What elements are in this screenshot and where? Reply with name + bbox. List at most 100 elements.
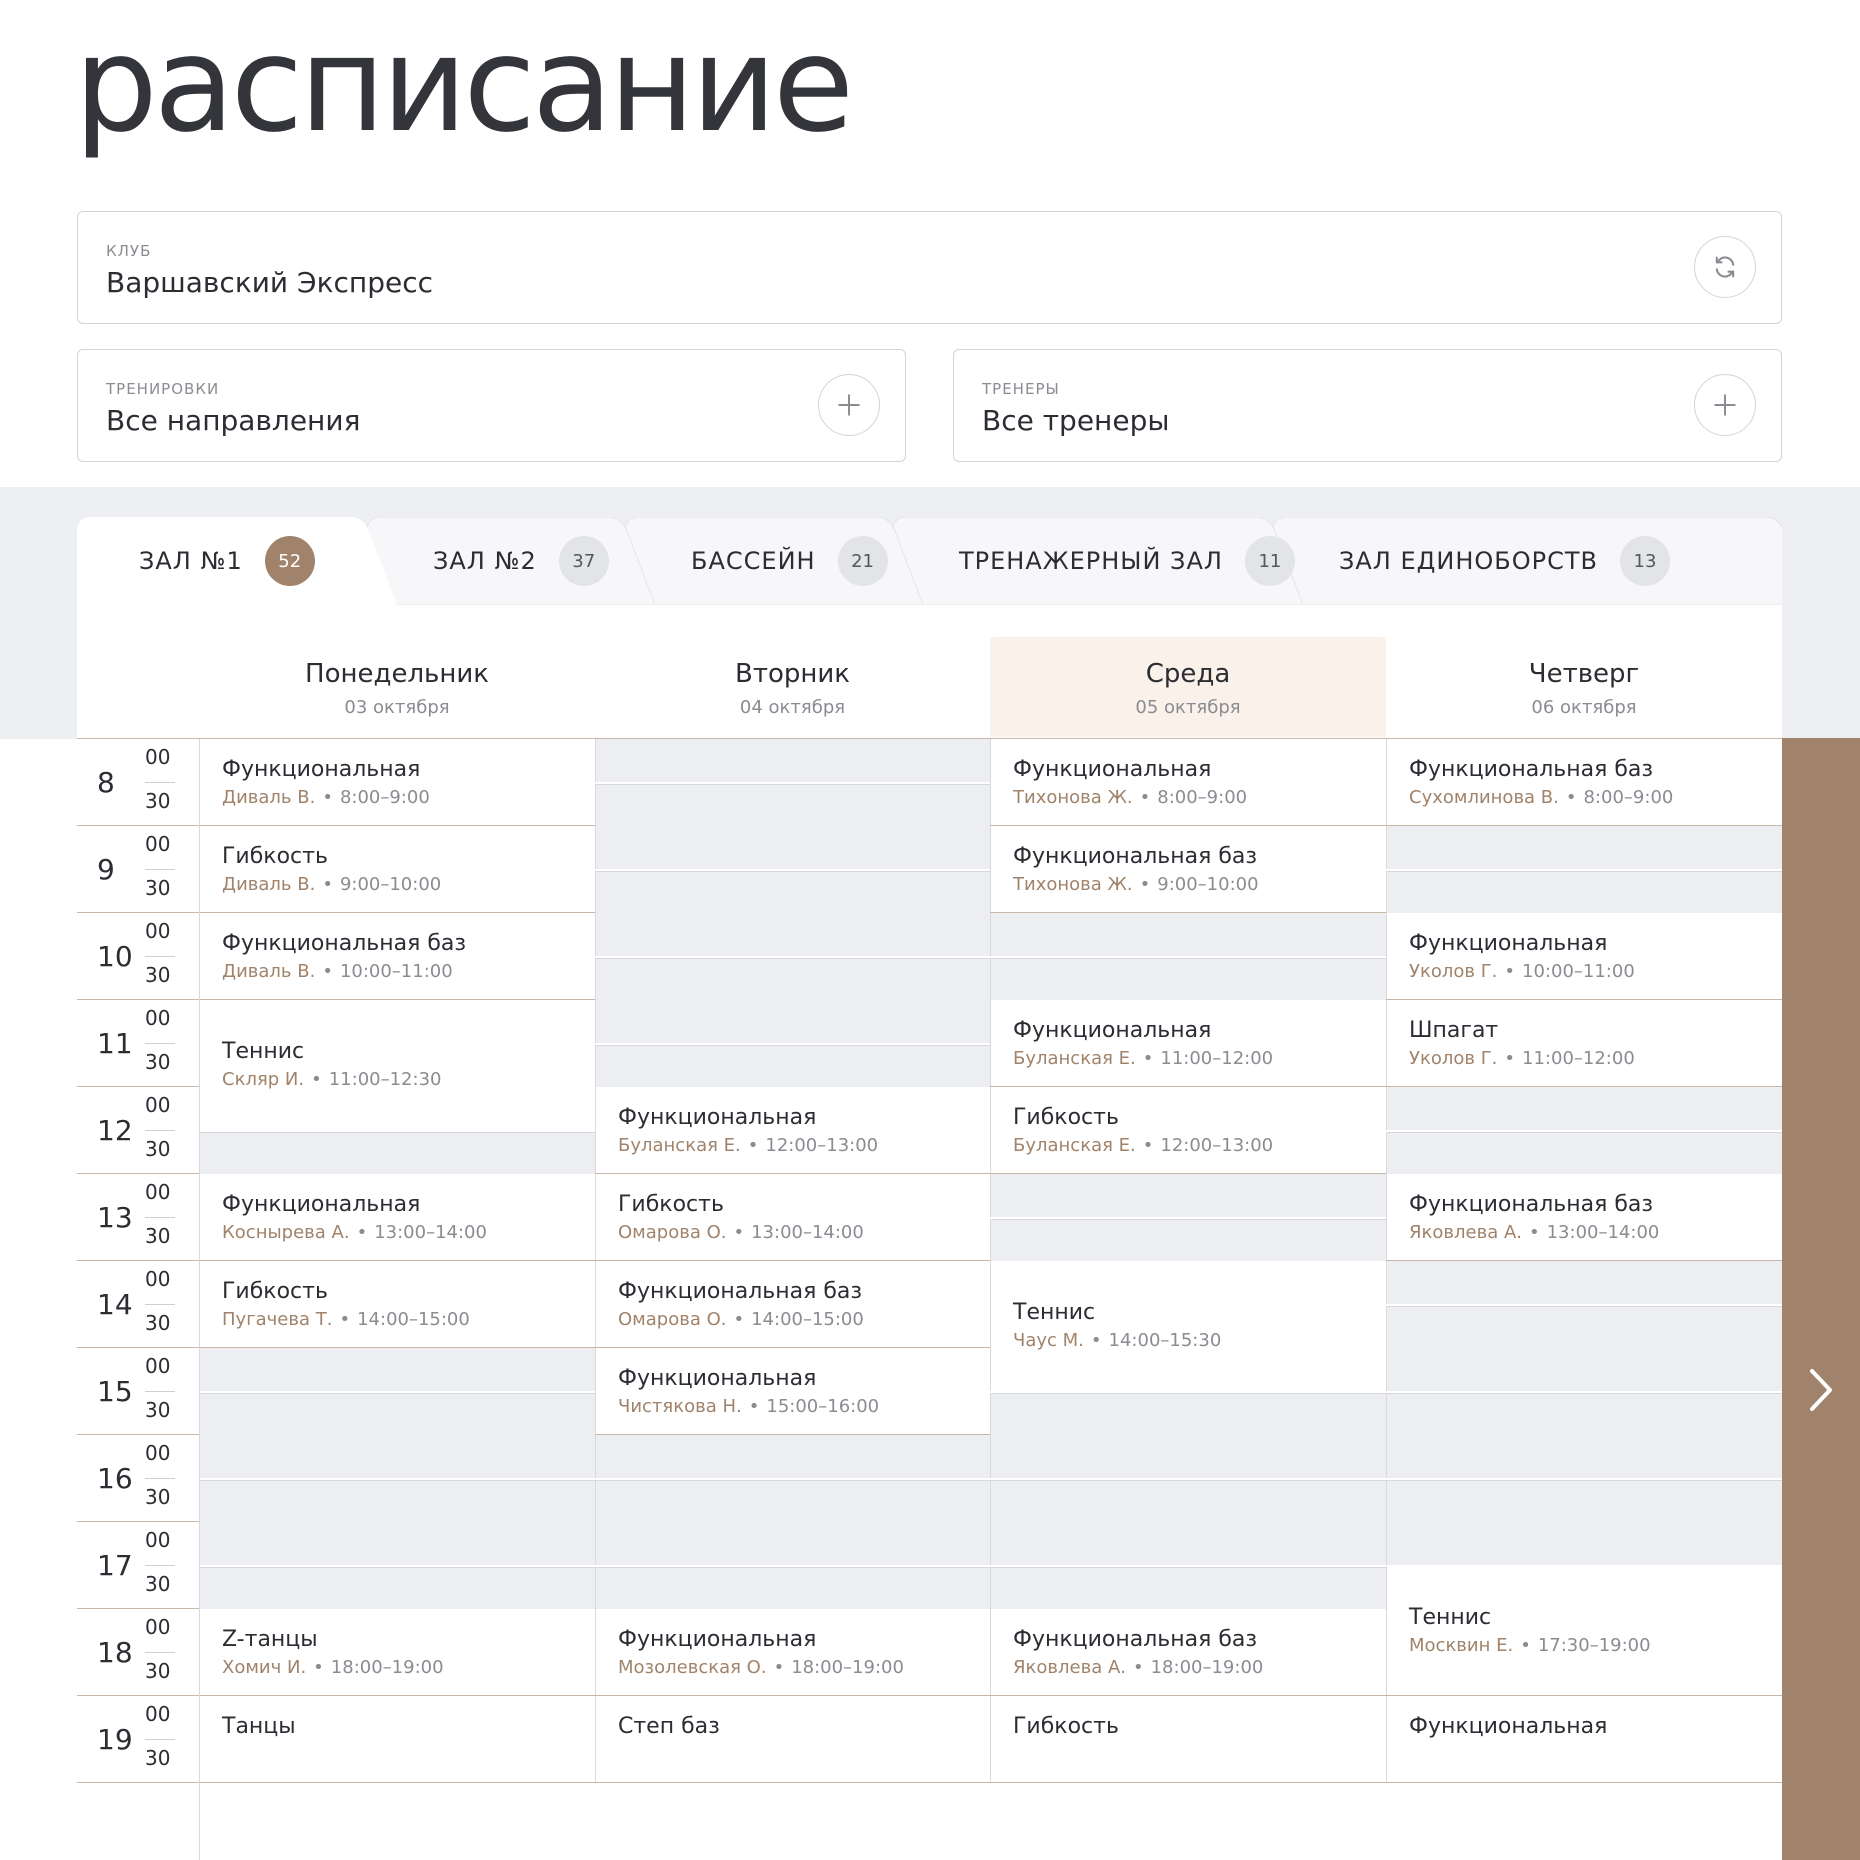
class-time: 13:00–14:00 (374, 1221, 487, 1243)
class-card[interactable]: Степ баз (595, 1696, 990, 1782)
class-card[interactable]: Функциональная Тихонова Ж. • 8:00–9:00 (990, 739, 1386, 825)
class-card[interactable]: Функциональная баз Яковлева А. • 13:00–14:0… (1386, 1174, 1782, 1260)
minute-label: 30 (145, 1224, 171, 1248)
class-card[interactable]: Гибкость Омарова О. • 13:00–14:00 (595, 1174, 990, 1260)
class-title: Функциональная баз (222, 930, 467, 956)
minute-label: 30 (145, 1050, 171, 1074)
empty-slot (199, 1566, 595, 1609)
tab-hall-5[interactable]: ЗАЛ ЕДИНОБОРСТВ 13 (1273, 517, 1782, 605)
empty-slot (990, 913, 1386, 956)
class-title: Функциональная баз (1013, 843, 1258, 869)
class-card[interactable]: Функциональная Уколов Г. • 10:00–11:00 (1386, 913, 1782, 999)
day-date: 06 октября (1531, 697, 1637, 718)
class-trainer: Омарова О. (618, 1308, 727, 1330)
hour-label: 8 (97, 766, 115, 799)
separator-dot: • (1504, 960, 1516, 982)
class-card[interactable]: Функциональная баз Омарова О. • 14:00–15:00 (595, 1261, 990, 1347)
separator-dot: • (748, 1395, 760, 1417)
day-name: Понедельник (305, 659, 489, 689)
minute-label: 00 (145, 1702, 171, 1726)
class-time: 14:00–15:30 (1108, 1330, 1222, 1352)
class-card[interactable]: Гибкость Диваль В. • 9:00–10:00 (199, 826, 595, 912)
empty-slot (1386, 826, 1782, 869)
minute-label: 00 (145, 1354, 171, 1378)
refresh-icon[interactable] (1694, 236, 1756, 298)
hour-label: 9 (97, 853, 115, 886)
minute-label: 00 (145, 1180, 171, 1204)
separator-dot: • (313, 1656, 324, 1678)
class-card[interactable]: Гибкость Буланская Е. • 12:00–13:00 (990, 1087, 1386, 1173)
class-title: Функциональная (1013, 1017, 1212, 1043)
minute-label: 30 (145, 963, 171, 987)
class-card[interactable]: Z-танцы Хомич И. • 18:00–19:00 (199, 1609, 595, 1695)
class-trainer: Тихонова Ж. (1013, 873, 1133, 895)
class-card[interactable]: Функциональная Мозолевская О. • 18:00–19:00 (595, 1609, 990, 1695)
plus-icon[interactable] (1694, 374, 1756, 436)
class-trainer: Мозолевская О. (618, 1656, 767, 1678)
empty-slot (990, 1435, 1386, 1478)
class-time: 11:00–12:30 (328, 1069, 442, 1091)
schedule: Понедельник 03 октября Вторник 04 октября Ср… (77, 605, 1782, 1860)
class-trainer: Омарова О. (618, 1221, 727, 1243)
chevron-right-icon[interactable] (1806, 1365, 1836, 1415)
class-card[interactable]: Функциональная Косныревa А. • 13:00–14:00 (199, 1174, 595, 1260)
trainings-filter[interactable]: ТРЕНИРОВКИ Все направления (77, 349, 906, 462)
class-card[interactable]: Теннис Скляр И. • 11:00–12:30 (199, 1000, 595, 1130)
tab-hall-2[interactable]: ЗАЛ №2 37 (367, 517, 655, 605)
class-card[interactable]: Функциональная Диваль В. • 8:00–9:00 (199, 739, 595, 825)
empty-slot (199, 1392, 595, 1435)
class-title: Танцы (222, 1714, 296, 1739)
minute-label: 00 (145, 1267, 171, 1291)
tab-hall-4[interactable]: ТРЕНАЖЕРНЫЙ ЗАЛ 11 (893, 517, 1303, 605)
class-time: 18:00–19:00 (791, 1656, 904, 1678)
separator-dot: • (1528, 1221, 1540, 1243)
tab-label: ЗАЛ ЕДИНОБОРСТВ (1339, 547, 1598, 575)
empty-slot (1386, 1522, 1782, 1565)
class-time: 11:00–12:00 (1160, 1047, 1274, 1069)
hour-label: 13 (97, 1201, 133, 1234)
class-title: Гибкость (1013, 1104, 1119, 1130)
class-trainer: Сухомлинова В. (1409, 786, 1559, 808)
trainers-filter[interactable]: ТРЕНЕРЫ Все тренеры (953, 349, 1782, 462)
class-trainer: Чаус М. (1013, 1330, 1084, 1352)
separator-dot: • (1132, 1656, 1144, 1678)
class-meta: Тихонова Ж. • 8:00–9:00 (1013, 787, 1386, 808)
class-card[interactable]: Гибкость Пугачева Т. • 14:00–15:00 (199, 1261, 595, 1347)
hour-label: 15 (97, 1375, 133, 1408)
separator-dot: • (322, 873, 333, 895)
class-title: Теннис (1409, 1604, 1492, 1630)
tab-hall-1[interactable]: ЗАЛ №1 52 (77, 517, 397, 605)
class-title: Теннис (222, 1039, 305, 1065)
class-time: 12:00–13:00 (1160, 1134, 1274, 1156)
separator-dot: • (1139, 786, 1151, 808)
day-name: Среда (1145, 659, 1231, 689)
plus-icon[interactable] (818, 374, 880, 436)
separator-dot: • (339, 1308, 351, 1330)
class-card[interactable]: Функциональная баз Яковлева А. • 18:00–19:0… (990, 1609, 1386, 1695)
class-meta: Мозолевская О. • 18:00–19:00 (618, 1657, 990, 1678)
class-card[interactable]: Функциональная (1386, 1696, 1782, 1782)
class-card[interactable]: Теннис Москвин Е. • 17:30–19:00 (1386, 1565, 1782, 1695)
empty-slot (990, 1392, 1386, 1435)
class-card[interactable]: Функциональная Буланская Е. • 12:00–13:00 (595, 1087, 990, 1173)
class-card[interactable]: Теннис Чаус М. • 14:00–15:30 (990, 1261, 1386, 1391)
separator-dot: • (1504, 1047, 1516, 1069)
tab-hall-3[interactable]: БАССЕЙН 21 (625, 517, 923, 605)
class-title: Функциональная баз (1013, 1626, 1258, 1652)
class-trainer: Косныревa А. (222, 1221, 350, 1243)
day-header-2: Вторник 04 октября (595, 637, 990, 737)
class-card[interactable]: Функциональная Чистякова Н. • 15:00–16:00 (595, 1348, 990, 1434)
class-card[interactable]: Танцы (199, 1696, 595, 1782)
class-meta: Москвин Е. • 17:30–19:00 (1409, 1635, 1782, 1656)
empty-slot (1386, 1305, 1782, 1348)
minute-divider (145, 1130, 175, 1131)
next-week-button[interactable] (1782, 738, 1860, 1860)
class-card[interactable]: Гибкость (990, 1696, 1386, 1782)
club-filter[interactable]: КЛУБ Варшавский Экспресс (77, 211, 1782, 324)
class-time: 8:00–9:00 (1583, 786, 1674, 808)
class-card[interactable]: Функциональная Буланская Е. • 11:00–12:00 (990, 1000, 1386, 1086)
class-card[interactable]: Функциональная баз Сухомлинова В. • 8:00–9:… (1386, 739, 1782, 825)
class-card[interactable]: Функциональная баз Диваль В. • 10:00–11:00 (199, 913, 595, 999)
class-card[interactable]: Шпагат Уколов Г. • 11:00–12:00 (1386, 1000, 1782, 1086)
class-card[interactable]: Функциональная баз Тихонова Ж. • 9:00–10:00 (990, 826, 1386, 912)
